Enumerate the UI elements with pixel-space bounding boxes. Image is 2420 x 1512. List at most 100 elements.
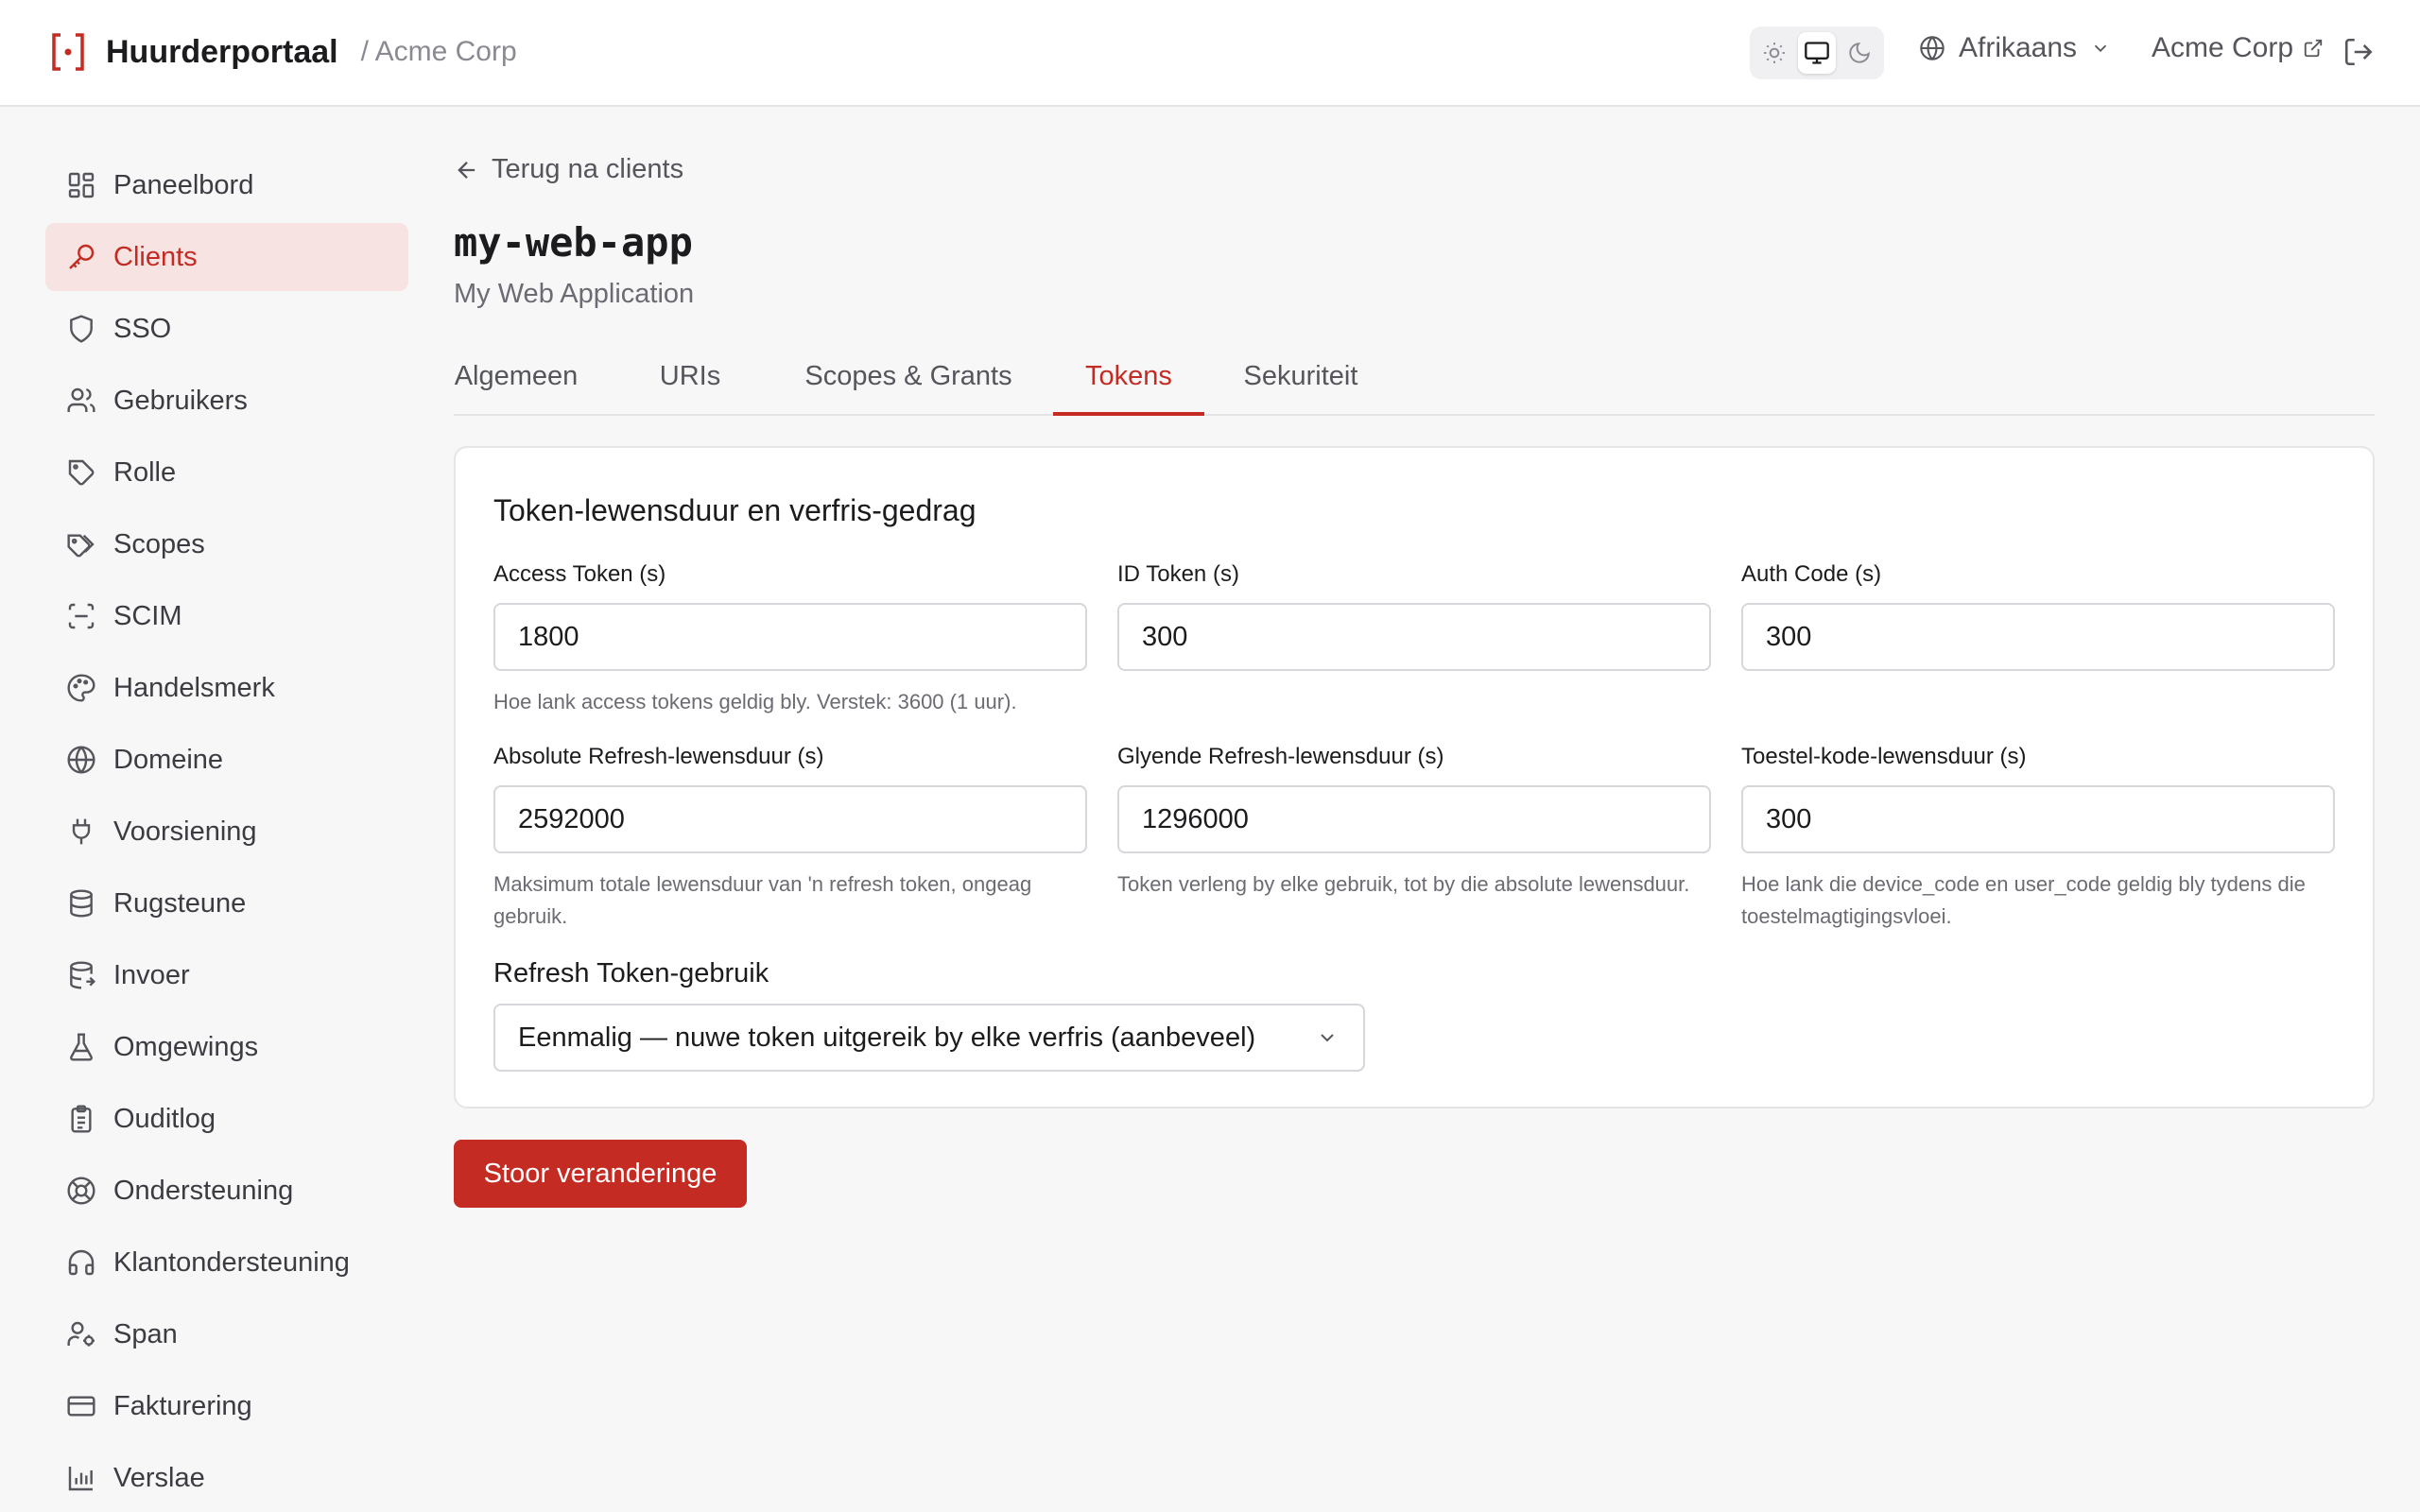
tag-icon [68,459,95,486]
sliding-refresh-input[interactable]: 1296000 [1117,785,1711,853]
sidebar-item-label: Handelsmerk [113,672,275,703]
plug-icon [72,818,91,845]
sidebar-item-omgewings[interactable]: Omgewings [45,1013,408,1081]
moon-icon [1849,43,1870,63]
save-button[interactable]: Stoor veranderinge [454,1140,747,1208]
palette-icon [67,674,95,702]
chevron-down-icon [1321,1034,1334,1042]
access-token-field: Access Token (s) 1800 Hoe lank access to… [493,561,1087,718]
logout-button[interactable] [2342,36,2375,68]
sidebar-item-label: Span [113,1318,178,1349]
brand[interactable]: Huurderportaal / Acme Corp [51,32,517,72]
sidebar-item-label: Clients [113,241,198,272]
tab-algemeen[interactable]: Algemeen [454,361,579,416]
sidebar-item-clients[interactable]: Clients [45,223,408,291]
tab-bar: Algemeen URIs Scopes & Grants Tokens Sek… [454,352,2375,416]
clipboard-icon [71,1105,92,1133]
theme-dark-button[interactable] [1840,32,1878,74]
user-cog-icon [67,1321,95,1347]
field-label: Access Token (s) [493,561,666,587]
device-code-input[interactable]: 300 [1741,785,2335,853]
sidebar-item-domeine[interactable]: Domeine [45,726,408,794]
sidebar-item-label: Scopes [113,528,205,559]
globe-icon [1920,36,1945,60]
sidebar-item-ondersteuning[interactable]: Ondersteuning [45,1157,408,1225]
sidebar-item-label: Fakturering [113,1390,252,1421]
lifebuoy-icon [67,1177,95,1205]
theme-light-button[interactable] [1755,32,1794,74]
id-token-input[interactable]: 300 [1117,603,1711,671]
tenant-link-label: Acme Corp [2152,32,2294,63]
sidebar-item-verslae[interactable]: Verslae [45,1444,408,1512]
sidebar-item-label: SSO [113,313,172,344]
sidebar-item-label: Rolle [113,456,177,488]
sidebar: Paneelbord Clients SSO Gebruikers Rolle … [45,151,408,1512]
sidebar-item-rolle[interactable]: Rolle [45,438,408,507]
chevron-down-icon [2094,44,2107,53]
sidebar-item-rugsteune[interactable]: Rugsteune [45,869,408,937]
arrow-left-icon [458,161,475,179]
sidebar-item-ouditlog[interactable]: Ouditlog [45,1085,408,1153]
sidebar-item-paneelbord[interactable]: Paneelbord [45,151,408,219]
sidebar-item-voorsiening[interactable]: Voorsiening [45,798,408,866]
absolute-refresh-input[interactable]: 2592000 [493,785,1087,853]
field-label: ID Token (s) [1117,561,1239,587]
device-code-field: Toestel-kode-lewensduur (s) 300 Hoe lank… [1741,744,2335,933]
field-label: Toestel-kode-lewensduur (s) [1741,744,2027,769]
auth-code-input[interactable]: 300 [1741,603,2335,671]
sidebar-item-label: Domeine [113,744,224,775]
tab-uris[interactable]: URIs [648,361,732,416]
field-help: Hoe lank access tokens geldig bly. Verst… [493,690,1017,713]
sidebar-item-label: Gebruikers [113,385,248,416]
headphones-icon [68,1249,95,1276]
sidebar-item-sso[interactable]: SSO [45,295,408,363]
scan-icon [68,603,95,629]
sidebar-item-label: Invoer [113,959,190,990]
tenant-external-link[interactable]: Acme Corp [2152,32,2324,64]
tab-sekuriteit[interactable]: Sekuriteit [1235,361,1367,416]
back-label: Terug na clients [492,154,684,184]
sidebar-item-fakturering[interactable]: Fakturering [45,1372,408,1440]
sidebar-item-handelsmerk[interactable]: Handelsmerk [45,654,408,722]
top-bar: Huurderportaal / Acme Corp Afrikaans Acm… [0,0,2420,107]
id-token-field: ID Token (s) 300 [1117,561,1711,671]
credit-card-icon [67,1396,95,1417]
globe-icon [67,746,95,774]
theme-system-button[interactable] [1797,32,1837,74]
sidebar-item-label: Omgewings [113,1031,259,1062]
sliding-refresh-field: Glyende Refresh-lewensduur (s) 1296000 T… [1117,744,1711,901]
sidebar-item-gebruikers[interactable]: Gebruikers [45,367,408,435]
page-title: my-web-app [454,219,693,266]
sun-icon [1764,43,1786,63]
sidebar-item-span[interactable]: Span [45,1300,408,1368]
sidebar-item-label: SCIM [113,600,182,631]
users-icon [67,387,95,412]
sidebar-item-invoer[interactable]: Invoer [45,941,408,1009]
sidebar-item-label: Paneelbord [113,169,254,200]
language-label: Afrikaans [1959,32,2078,63]
access-token-input[interactable]: 1800 [493,603,1087,671]
sidebar-item-klantondersteuning[interactable]: Klantondersteuning [45,1228,408,1297]
refresh-usage-value: Eenmalig — nuwe token uitgereik by elke … [518,1022,1256,1053]
language-selector[interactable]: Afrikaans [1919,32,2111,64]
monitor-icon [1805,42,1829,64]
sidebar-item-label: Ondersteuning [113,1175,294,1206]
sidebar-item-scim[interactable]: SCIM [45,582,408,650]
refresh-usage-label: Refresh Token-gebruik [493,958,769,988]
theme-switcher [1750,26,1884,79]
breadcrumb-tenant: / Acme Corp [360,36,517,67]
field-label: Auth Code (s) [1741,561,1882,587]
shield-icon [70,315,93,343]
tags-icon [67,534,95,558]
sidebar-item-scopes[interactable]: Scopes [45,510,408,578]
database-icon [70,889,93,918]
refresh-usage-select[interactable]: Eenmalig — nuwe token uitgereik by elke … [493,1004,1365,1072]
brand-logo-icon [52,33,84,71]
tab-tokens[interactable]: Tokens [1053,361,1204,416]
dashboard-icon [68,172,95,198]
tab-scopes-grants[interactable]: Scopes & Grants [796,361,1021,416]
sidebar-item-label: Verslae [113,1462,205,1493]
key-icon [69,244,95,269]
sidebar-item-label: Ouditlog [113,1103,216,1134]
back-to-clients-link[interactable]: Terug na clients [454,154,683,185]
